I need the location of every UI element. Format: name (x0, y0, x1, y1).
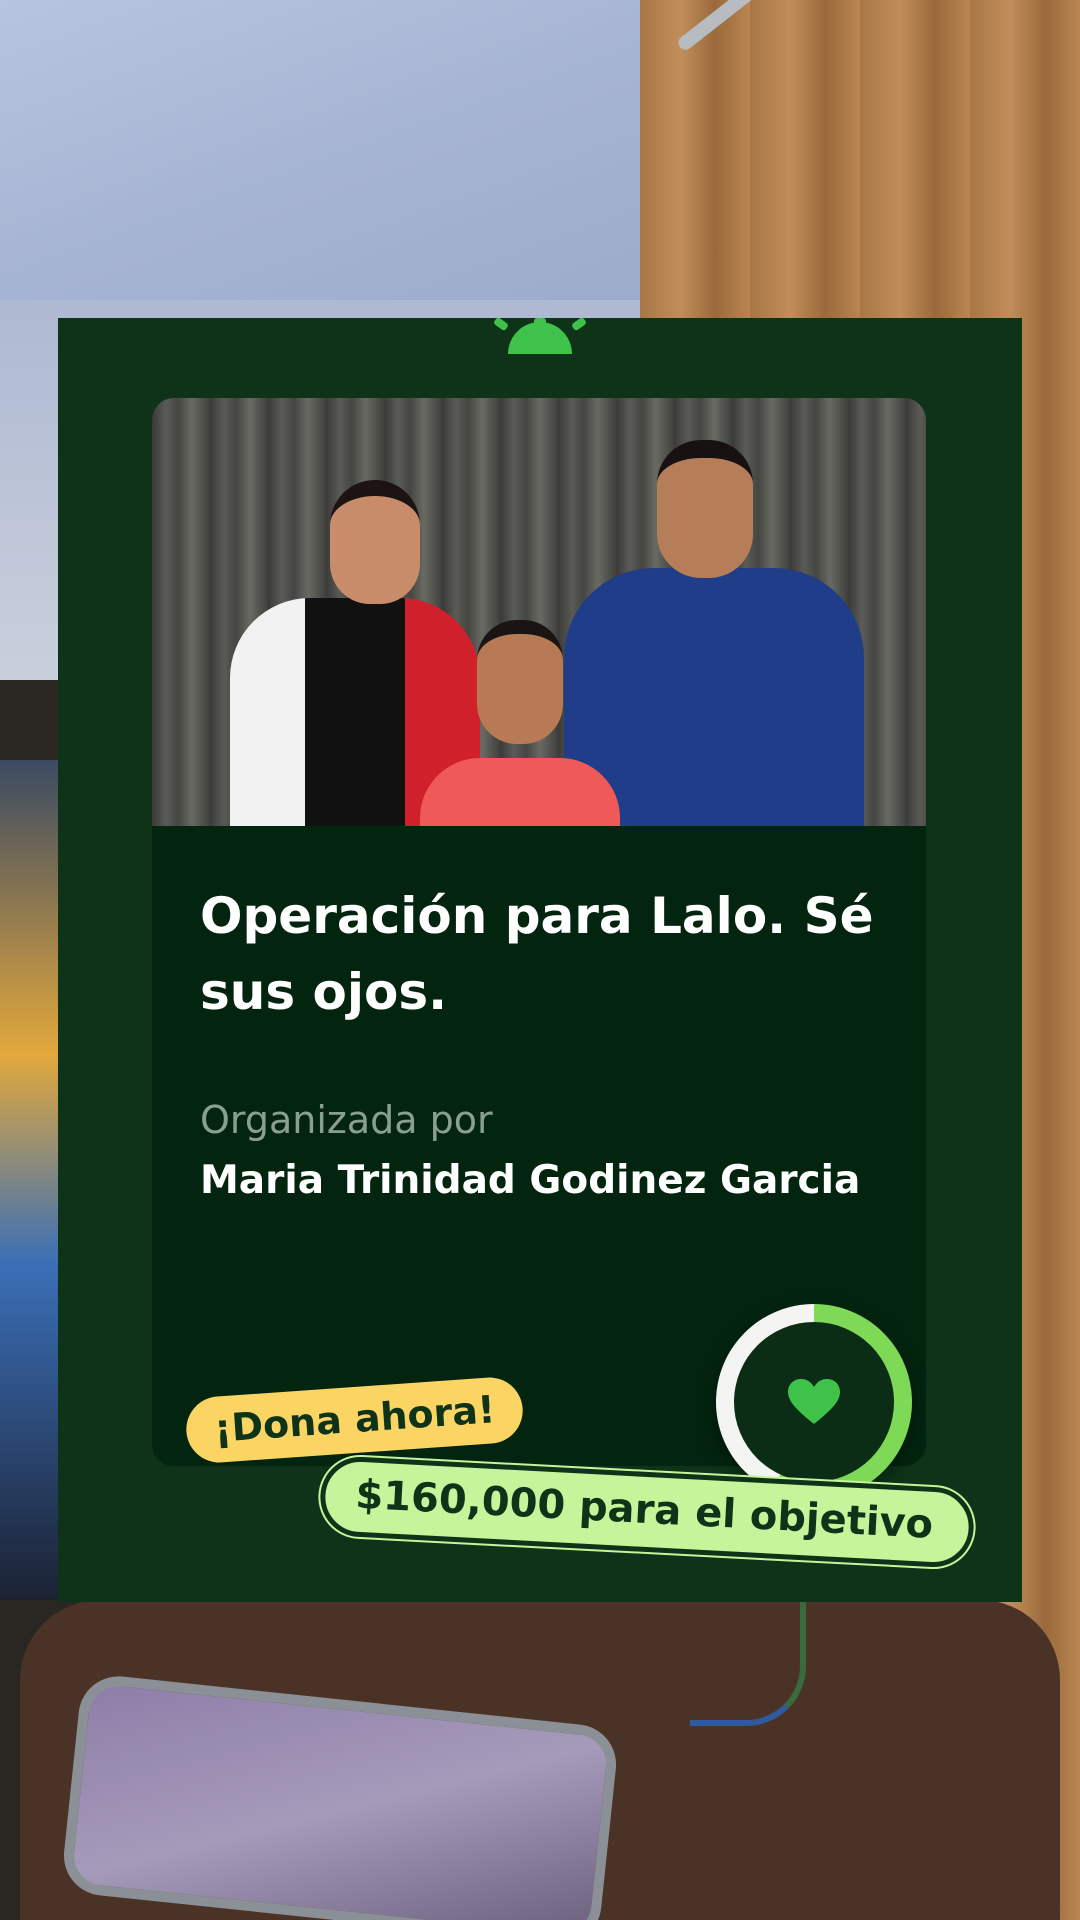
progress-ring-center (734, 1322, 894, 1482)
photo-person-man-head (657, 440, 753, 578)
heart-icon (788, 1379, 840, 1424)
background-bracelet (690, 1600, 806, 1726)
organizer-label: Organizada por (200, 1098, 493, 1142)
organizer-name: Maria Trinidad Godinez Garcia (200, 1158, 861, 1203)
progress-ring (716, 1304, 912, 1500)
photo-person-boy (420, 758, 620, 826)
photo-person-girl-head (330, 480, 420, 604)
fundraiser-title: Operación para Lalo. Sé sus ojos. (200, 887, 874, 1021)
photo-person-boy-head (477, 620, 563, 744)
gofundme-logo-icon (494, 318, 586, 354)
fundraiser-photo (152, 398, 926, 826)
background-poster (0, 760, 60, 1600)
